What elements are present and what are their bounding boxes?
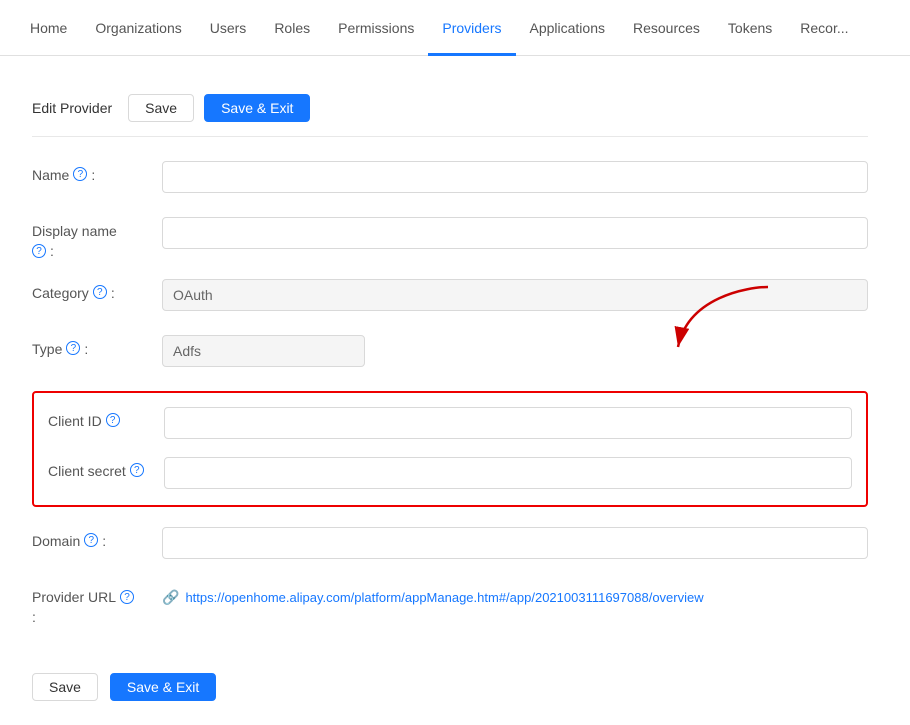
- name-label: Name ? :: [32, 161, 162, 183]
- client-secret-help-icon[interactable]: ?: [130, 463, 144, 477]
- client-secret-label: Client secret ?: [34, 457, 164, 479]
- bottom-actions: Save Save & Exit: [32, 657, 868, 701]
- client-secret-input[interactable]: [164, 457, 852, 489]
- name-input[interactable]: [162, 161, 868, 193]
- form-row-domain: Domain ? :: [32, 527, 868, 563]
- main-content: Edit Provider Save Save & Exit Name ? : …: [0, 56, 900, 725]
- type-input[interactable]: [162, 335, 365, 367]
- display-name-input[interactable]: [162, 217, 868, 249]
- nav-item-roles[interactable]: Roles: [260, 0, 324, 56]
- nav-item-records[interactable]: Recor...: [786, 0, 862, 56]
- provider-url-value: 🔗 https://openhome.alipay.com/platform/a…: [162, 583, 868, 606]
- display-name-label: Display name ? :: [32, 217, 162, 259]
- edit-provider-bar: Edit Provider Save Save & Exit: [32, 80, 868, 137]
- nav-item-home[interactable]: Home: [16, 0, 81, 56]
- form-row-name: Name ? :: [32, 161, 868, 197]
- display-name-help-icon[interactable]: ?: [32, 244, 46, 258]
- type-help-icon[interactable]: ?: [66, 341, 80, 355]
- nav-item-providers[interactable]: Providers: [428, 0, 515, 56]
- client-id-help-icon[interactable]: ?: [106, 413, 120, 427]
- client-credentials-section: Client ID ? Client secret ?: [32, 391, 868, 507]
- provider-url-label: Provider URL ? :: [32, 583, 162, 625]
- save-button-bottom[interactable]: Save: [32, 673, 98, 701]
- category-help-icon[interactable]: ?: [93, 285, 107, 299]
- nav-item-resources[interactable]: Resources: [619, 0, 714, 56]
- category-label: Category ? :: [32, 279, 162, 301]
- nav-item-organizations[interactable]: Organizations: [81, 0, 195, 56]
- nav-item-permissions[interactable]: Permissions: [324, 0, 428, 56]
- category-input[interactable]: [162, 279, 868, 311]
- link-icon: 🔗: [162, 589, 179, 606]
- type-label: Type ? :: [32, 335, 162, 357]
- nav-item-users[interactable]: Users: [196, 0, 261, 56]
- nav-item-applications[interactable]: Applications: [516, 0, 620, 56]
- save-exit-button-bottom[interactable]: Save & Exit: [110, 673, 216, 701]
- domain-input[interactable]: [162, 527, 868, 559]
- top-navigation: Home Organizations Users Roles Permissio…: [0, 0, 910, 56]
- form-row-type: Type ? :: [32, 335, 868, 371]
- name-help-icon[interactable]: ?: [73, 167, 87, 181]
- domain-label: Domain ? :: [32, 527, 162, 549]
- provider-url-link[interactable]: https://openhome.alipay.com/platform/app…: [185, 590, 703, 605]
- form-row-client-secret: Client secret ?: [34, 457, 852, 493]
- domain-help-icon[interactable]: ?: [84, 533, 98, 547]
- client-id-input[interactable]: [164, 407, 852, 439]
- form-row-display-name: Display name ? :: [32, 217, 868, 259]
- edit-provider-label: Edit Provider: [32, 100, 112, 116]
- nav-item-tokens[interactable]: Tokens: [714, 0, 786, 56]
- save-exit-button-top[interactable]: Save & Exit: [204, 94, 310, 122]
- form-row-provider-url: Provider URL ? : 🔗 https://openhome.alip…: [32, 583, 868, 625]
- client-id-label: Client ID ?: [34, 407, 164, 429]
- form-row-client-id: Client ID ?: [34, 407, 852, 443]
- provider-url-help-icon[interactable]: ?: [120, 590, 134, 604]
- form-row-category: Category ? :: [32, 279, 868, 315]
- save-button-top[interactable]: Save: [128, 94, 194, 122]
